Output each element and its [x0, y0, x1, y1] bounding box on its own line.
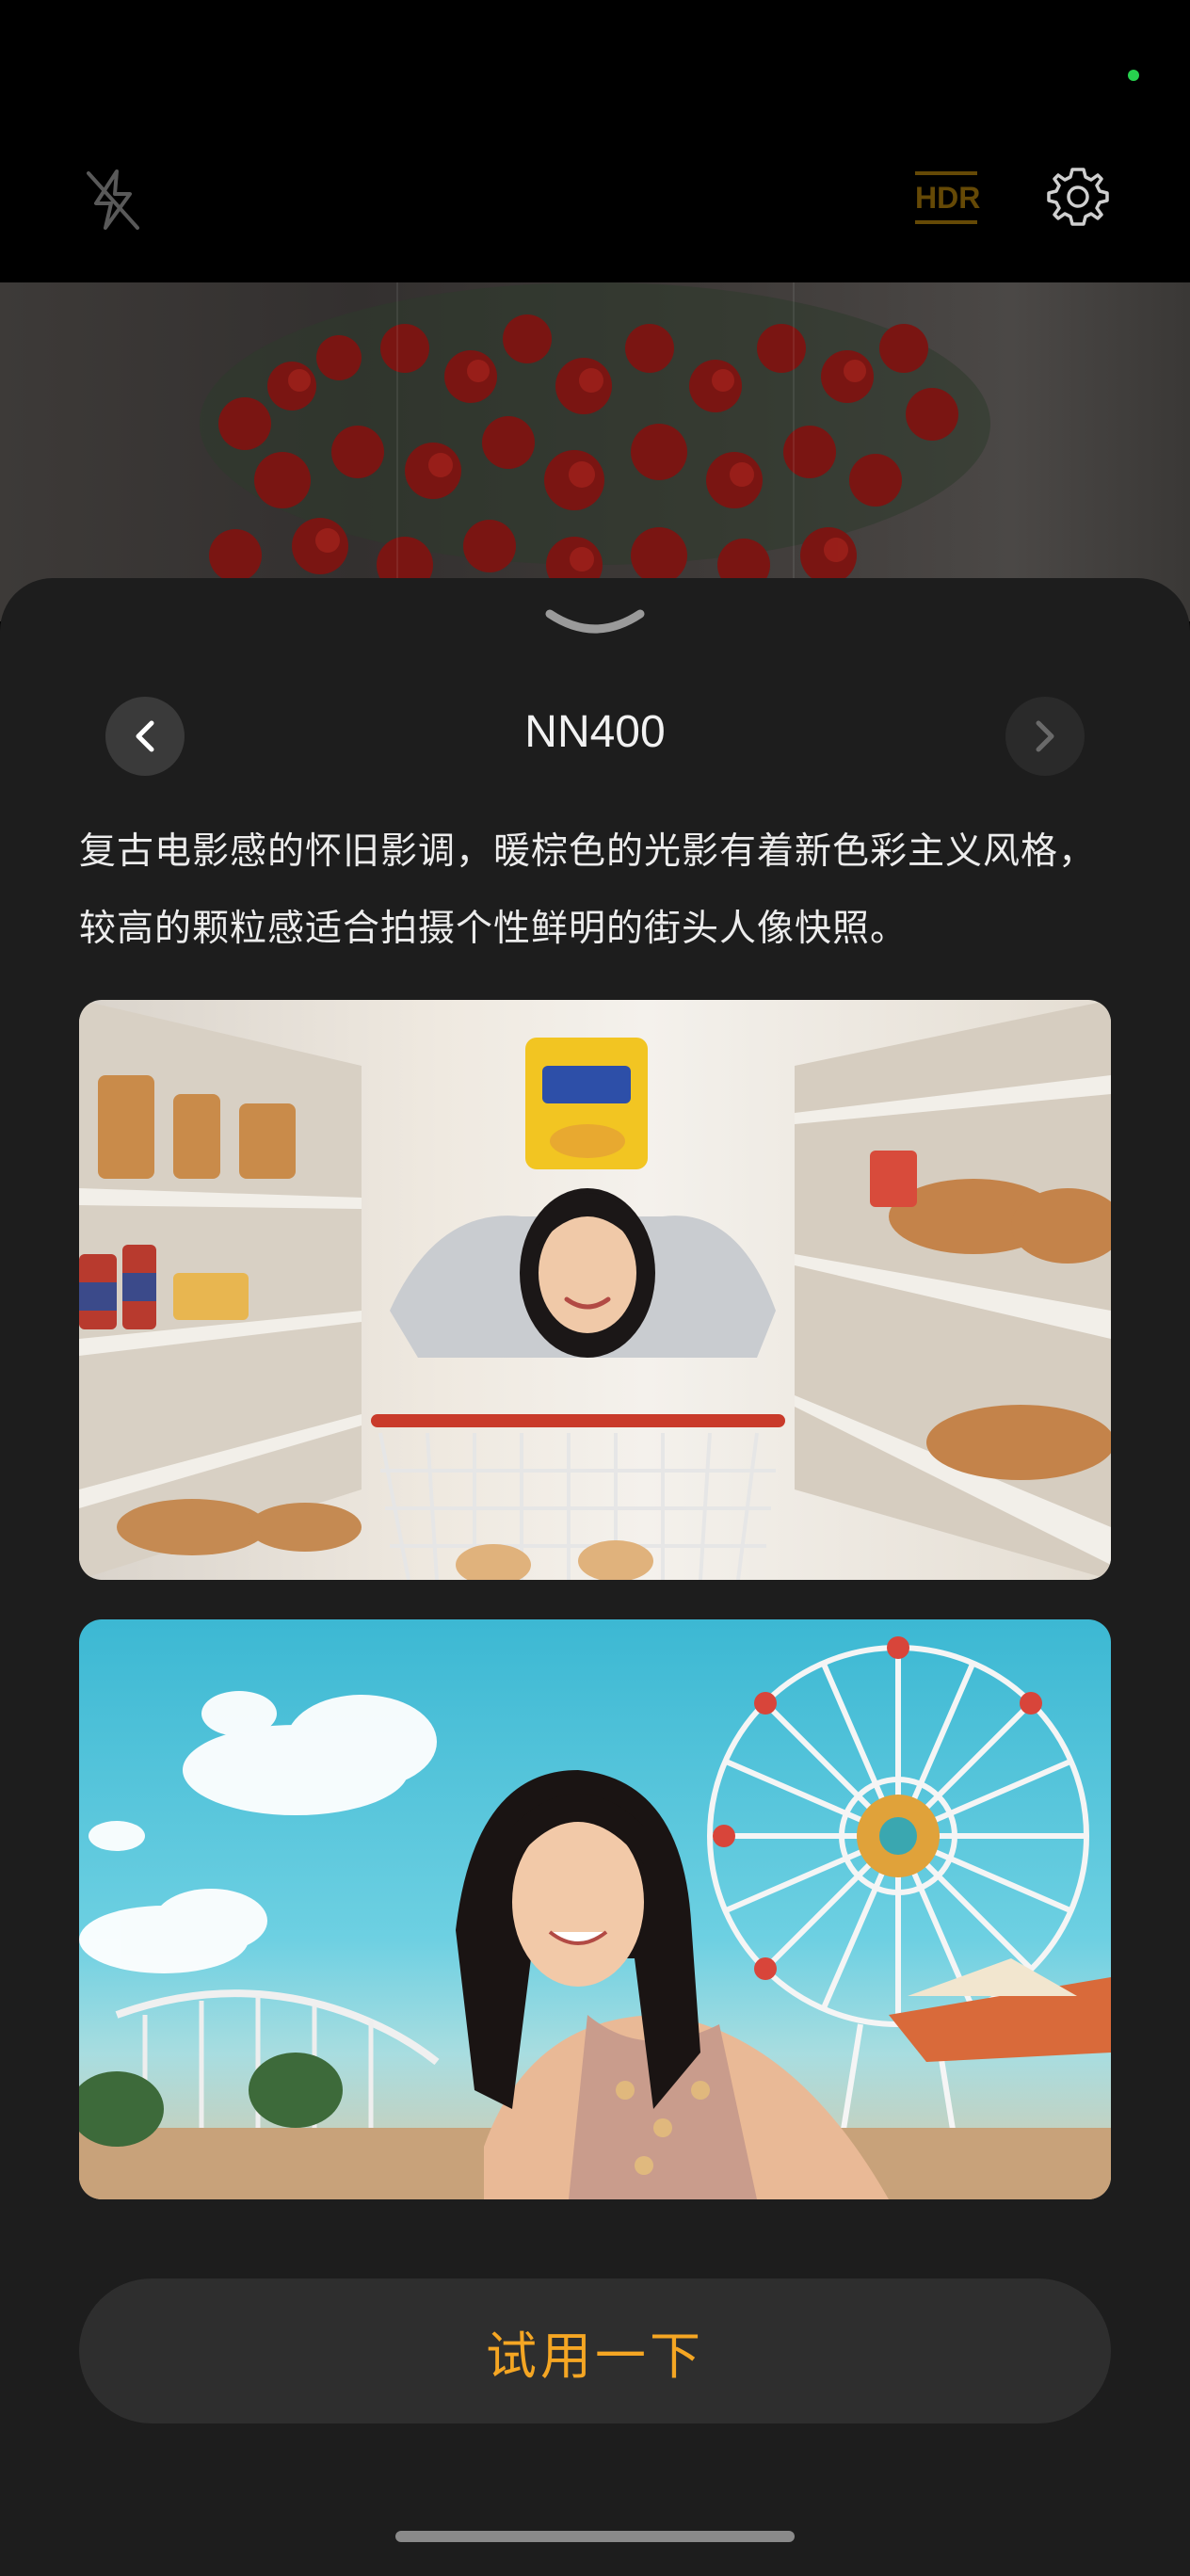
previous-filter-button[interactable]	[105, 697, 185, 776]
hdr-label: HDR	[915, 181, 981, 215]
home-indicator[interactable]	[395, 2531, 795, 2542]
try-filter-button[interactable]: 试用一下	[79, 2278, 1111, 2423]
flash-off-icon[interactable]	[83, 166, 143, 233]
privacy-indicator-dot	[1128, 70, 1139, 81]
filter-title: NN400	[524, 707, 666, 757]
viewfinder-grid-line	[793, 282, 795, 621]
sample-photo-amusement-park	[79, 1619, 1111, 2199]
settings-gear-icon[interactable]	[1047, 166, 1109, 228]
filter-description: 复古电影感的怀旧影调，暖棕色的光影有着新色彩主义风格，较高的颗粒感适合拍摄个性鲜…	[79, 830, 1097, 950]
try-filter-button-label: 试用一下	[486, 2326, 704, 2386]
collapse-chevron-icon[interactable]	[544, 606, 646, 644]
filter-detail-sheet: NN400 复古电影感的怀旧影调，暖棕色的光影有着新色彩主义风格，较高的颗粒感适…	[0, 578, 1190, 2576]
camera-toolbar: HDR	[0, 0, 1190, 282]
chevron-right-icon	[1036, 720, 1054, 752]
hdr-icon[interactable]: HDR	[915, 171, 981, 226]
viewfinder-grid-line	[396, 282, 398, 621]
chevron-left-icon	[136, 720, 154, 752]
next-filter-button[interactable]	[1005, 697, 1085, 776]
sample-photo-supermarket	[79, 1000, 1111, 1580]
camera-viewfinder[interactable]	[0, 282, 1190, 621]
rose-bouquet-image	[200, 282, 990, 593]
